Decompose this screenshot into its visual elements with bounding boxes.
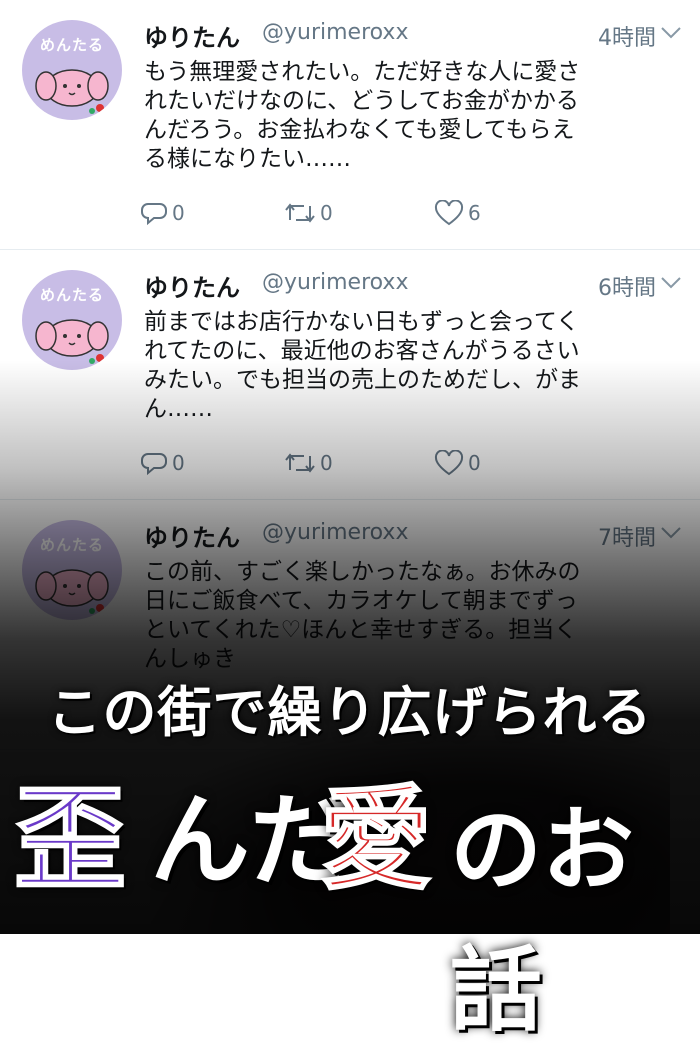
reply-icon <box>141 453 167 476</box>
chevron-down-icon[interactable] <box>660 276 682 290</box>
tweet-time[interactable]: 7時間 <box>598 520 656 552</box>
reply-count: 0 <box>172 451 185 475</box>
tweet-time[interactable]: 4時間 <box>598 20 656 52</box>
retweet-icon <box>285 453 315 473</box>
tweet-actions: 0 0 0 <box>140 448 560 478</box>
display-name[interactable]: ゆりたん <box>144 268 240 303</box>
like-icon <box>434 200 464 226</box>
avatar-label: めんたる <box>39 536 104 554</box>
reply-count: 0 <box>172 201 185 225</box>
retweet-icon <box>285 203 315 223</box>
tweet-1[interactable]: めんたる ゆりたん @yurimeroxx 4時間 もう無理愛されたい。ただ好き… <box>0 0 700 250</box>
like-button[interactable]: 6 <box>434 198 481 228</box>
avatar-label: めんたる <box>39 286 104 304</box>
reply-button[interactable]: 0 <box>140 198 185 228</box>
reply-icon <box>141 203 167 226</box>
headline-word-story: のお話 <box>450 796 635 1044</box>
bunny-illustration <box>35 69 109 114</box>
retweet-button[interactable]: 0 <box>284 448 333 478</box>
retweet-count: 0 <box>320 201 333 225</box>
avatar-label: めんたる <box>39 36 104 54</box>
tweet-2[interactable]: めんたる ゆりたん @yurimeroxx 6時間 前まではお店行かない日もずっ… <box>0 250 700 500</box>
bunny-illustration <box>35 319 109 364</box>
display-name[interactable]: ゆりたん <box>144 518 240 553</box>
user-handle[interactable]: @yurimeroxx <box>262 520 408 545</box>
tweet-text: もう無理愛されたい。ただ好きな人に愛さ れたいだけなのに、どうしてお金がかかる … <box>144 59 581 172</box>
bunny-illustration <box>35 569 109 614</box>
headline-line-1: この街で繰り広げられる <box>47 680 653 744</box>
display-name[interactable]: ゆりたん <box>144 18 240 53</box>
headline-word-distorted: 歪 <box>13 773 127 906</box>
headline-line-2: 歪 んだ 愛 のお話 <box>0 770 700 1044</box>
like-count: 0 <box>468 451 481 475</box>
avatar[interactable]: めんたる <box>22 20 122 120</box>
chevron-down-icon[interactable] <box>660 26 682 40</box>
reply-button[interactable]: 0 <box>140 448 185 478</box>
tweet-text: この前、すごく楽しかったなぁ。お休みの 日にご飯食べて、カラオケして朝までずっ … <box>144 559 581 672</box>
like-icon <box>434 450 464 476</box>
user-handle[interactable]: @yurimeroxx <box>262 270 408 295</box>
like-button[interactable]: 0 <box>434 448 481 478</box>
headline-word-love: 愛 <box>319 773 433 906</box>
chevron-down-icon[interactable] <box>660 526 682 540</box>
like-count: 6 <box>468 201 481 225</box>
user-handle[interactable]: @yurimeroxx <box>262 20 408 45</box>
retweet-count: 0 <box>320 451 333 475</box>
avatar[interactable]: めんたる <box>22 520 122 620</box>
tweet-actions: 0 0 6 <box>140 198 560 228</box>
avatar[interactable]: めんたる <box>22 270 122 370</box>
tweet-time[interactable]: 6時間 <box>598 270 656 302</box>
tweet-text: 前まではお店行かない日もずっと会ってく れてたのに、最近他のお客さんがうるさい … <box>144 309 581 422</box>
retweet-button[interactable]: 0 <box>284 198 333 228</box>
